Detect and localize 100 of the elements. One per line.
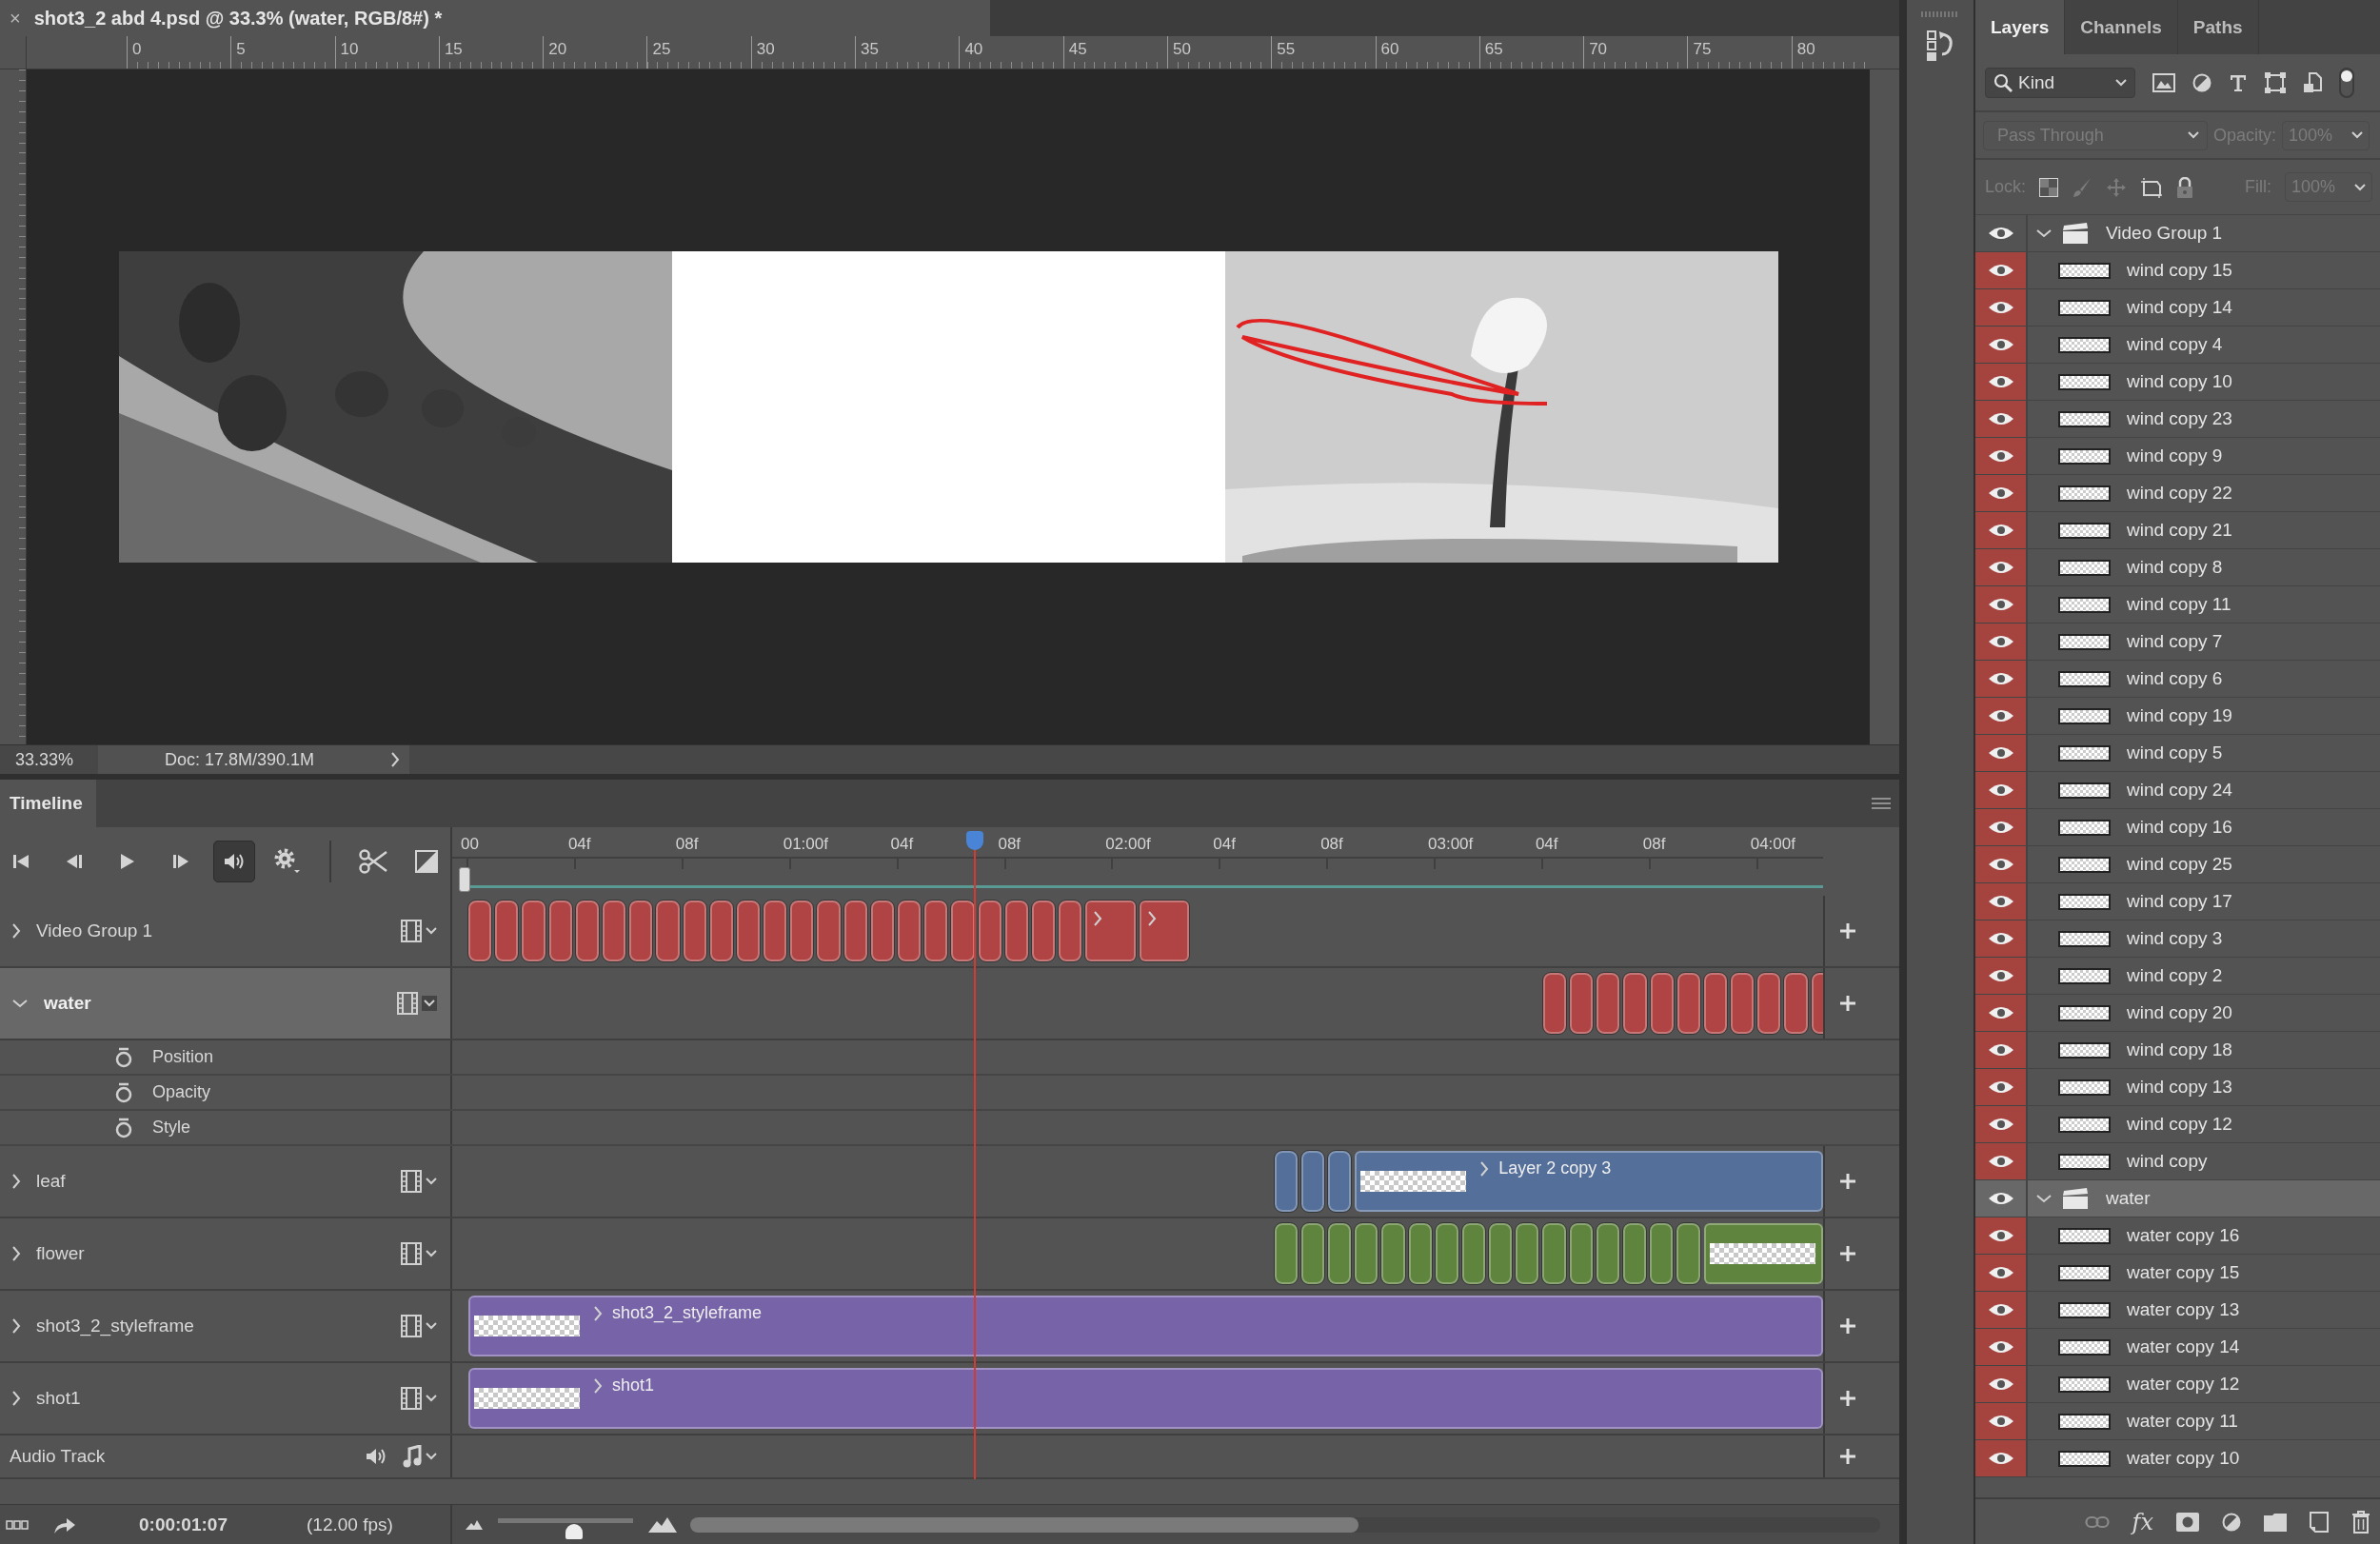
shape-icon[interactable] bbox=[2265, 71, 2286, 93]
layer-row[interactable]: wind copy 19 bbox=[1975, 698, 2380, 735]
layer-row[interactable]: wind copy 21 bbox=[1975, 512, 2380, 549]
layer-row[interactable]: wind copy 9 bbox=[1975, 438, 2380, 475]
visibility-icon[interactable] bbox=[1987, 1153, 2014, 1170]
chevron-right-icon[interactable] bbox=[1479, 1159, 1490, 1178]
filter-toggle[interactable] bbox=[2339, 67, 2354, 98]
visibility-icon[interactable] bbox=[1987, 856, 2014, 873]
frame-clip[interactable] bbox=[1300, 1223, 1324, 1284]
caret-icon[interactable] bbox=[2354, 183, 2366, 191]
visibility-icon[interactable] bbox=[1987, 893, 2014, 910]
frame-clip[interactable] bbox=[1355, 1223, 1378, 1284]
frame-clip[interactable] bbox=[817, 901, 841, 961]
track-header[interactable]: flower bbox=[0, 1218, 452, 1289]
layer-row[interactable]: Video Group 1 bbox=[1975, 215, 2380, 252]
add-media-button[interactable] bbox=[1838, 1244, 1857, 1263]
document-tab[interactable]: × shot3_2 abd 4.psd @ 33.3% (water, RGB/8#) * bbox=[0, 0, 990, 36]
visibility-icon[interactable] bbox=[1987, 967, 2014, 984]
chevron-right-icon[interactable] bbox=[593, 1304, 603, 1322]
add-media-button[interactable] bbox=[1838, 1389, 1857, 1408]
track-header[interactable]: leaf bbox=[0, 1146, 452, 1217]
visibility-icon[interactable] bbox=[1987, 1301, 2014, 1318]
visibility-icon[interactable] bbox=[1987, 410, 2014, 427]
layer-row[interactable]: wind copy 25 bbox=[1975, 846, 2380, 883]
frame-clip[interactable] bbox=[736, 901, 761, 961]
folder-icon[interactable] bbox=[2264, 1512, 2287, 1532]
frame-clip[interactable] bbox=[1623, 973, 1647, 1034]
frame-clip[interactable] bbox=[1327, 1151, 1352, 1212]
frame-clip[interactable] bbox=[764, 901, 787, 961]
frame-clip[interactable] bbox=[978, 901, 1002, 961]
lock-icon[interactable] bbox=[2176, 176, 2194, 198]
layer-row[interactable]: wind copy 22 bbox=[1975, 475, 2380, 512]
image-icon[interactable] bbox=[2152, 72, 2175, 92]
time-ruler[interactable]: 00 04f 08f 01:00f 04f 08f 02:00f 04f 08f 03:00f 04f 08f 04:00f bbox=[452, 827, 1823, 896]
layer-row[interactable]: wind copy 13 bbox=[1975, 1069, 2380, 1106]
panel-grip[interactable] bbox=[1921, 11, 1959, 17]
track-header[interactable]: water bbox=[0, 968, 452, 1039]
visibility-icon[interactable] bbox=[1987, 1338, 2014, 1356]
frame-clip[interactable] bbox=[468, 901, 492, 961]
video-clip[interactable]: shot3_2_styleframe bbox=[468, 1296, 1823, 1356]
group-clip[interactable] bbox=[1085, 901, 1136, 961]
frame-clip[interactable] bbox=[1703, 973, 1728, 1034]
artboard-icon[interactable] bbox=[2140, 176, 2164, 198]
type-icon[interactable] bbox=[2229, 72, 2248, 92]
frame-clip[interactable] bbox=[629, 901, 653, 961]
visibility-icon[interactable] bbox=[1987, 1116, 2014, 1133]
frame-clip[interactable] bbox=[548, 901, 572, 961]
visibility-icon[interactable] bbox=[1987, 262, 2014, 279]
trash-icon[interactable] bbox=[2351, 1510, 2370, 1534]
frame-clip[interactable] bbox=[1274, 1151, 1298, 1212]
frame-clip[interactable] bbox=[1542, 973, 1566, 1034]
track-header[interactable]: Video Group 1 bbox=[0, 896, 452, 966]
filter-dropdown[interactable]: Kind bbox=[1985, 67, 2135, 98]
visibility-icon[interactable] bbox=[1987, 522, 2014, 539]
speaker-icon[interactable] bbox=[365, 1447, 387, 1466]
video-clip[interactable] bbox=[1703, 1223, 1823, 1284]
add-media-button[interactable] bbox=[1838, 921, 1857, 940]
layer-row[interactable]: water copy 10 bbox=[1975, 1440, 2380, 1477]
layer-row[interactable]: water copy 13 bbox=[1975, 1292, 2380, 1329]
frame-clip[interactable] bbox=[1059, 901, 1082, 961]
layer-row[interactable]: wind copy 4 bbox=[1975, 327, 2380, 364]
layer-row[interactable]: wind copy 6 bbox=[1975, 661, 2380, 698]
visibility-icon[interactable] bbox=[1987, 559, 2014, 576]
layer-row[interactable]: wind copy 7 bbox=[1975, 624, 2380, 661]
track-menu[interactable] bbox=[395, 990, 439, 1017]
frame-clip[interactable] bbox=[602, 901, 626, 961]
add-media-button[interactable] bbox=[1838, 1447, 1857, 1466]
visibility-icon[interactable] bbox=[1987, 299, 2014, 316]
zoom-out-icon[interactable] bbox=[466, 1520, 483, 1530]
frame-clip[interactable] bbox=[575, 901, 599, 961]
visibility-icon[interactable] bbox=[1987, 1041, 2014, 1059]
frame-clip[interactable] bbox=[951, 901, 975, 961]
layer-row[interactable]: wind copy 14 bbox=[1975, 289, 2380, 327]
zoom-slider-thumb[interactable] bbox=[565, 1523, 583, 1539]
visibility-icon[interactable] bbox=[1987, 336, 2014, 353]
frames-icon[interactable] bbox=[6, 1519, 29, 1531]
frame-clip[interactable] bbox=[1489, 1223, 1513, 1284]
visibility-icon[interactable] bbox=[1987, 744, 2014, 762]
layer-row[interactable]: wind copy 10 bbox=[1975, 364, 2380, 401]
scrollbar[interactable] bbox=[690, 1517, 1880, 1533]
new-layer-icon[interactable] bbox=[2310, 1511, 2329, 1533]
frame-clip[interactable] bbox=[1757, 973, 1781, 1034]
layer-row[interactable]: water copy 12 bbox=[1975, 1366, 2380, 1403]
frame-clip[interactable] bbox=[1031, 901, 1056, 961]
visibility-icon[interactable] bbox=[1987, 670, 2014, 687]
video-clip[interactable]: Layer 2 copy 3 bbox=[1355, 1151, 1823, 1212]
visibility-icon[interactable] bbox=[1987, 1227, 2014, 1244]
track-menu[interactable] bbox=[399, 918, 439, 944]
track-menu[interactable] bbox=[399, 1240, 439, 1267]
frame-clip[interactable] bbox=[870, 901, 894, 961]
frame-clip[interactable] bbox=[1327, 1223, 1352, 1284]
frame-clip[interactable] bbox=[1597, 973, 1620, 1034]
group-clip[interactable] bbox=[1139, 901, 1190, 961]
caret-icon[interactable] bbox=[2351, 131, 2364, 139]
layer-row[interactable]: water bbox=[1975, 1180, 2380, 1217]
visibility-icon[interactable] bbox=[1987, 1376, 2014, 1393]
track-header[interactable]: shot1 bbox=[0, 1363, 452, 1434]
frame-clip[interactable] bbox=[709, 901, 733, 961]
stopwatch-icon[interactable] bbox=[114, 1081, 133, 1103]
visibility-icon[interactable] bbox=[1987, 633, 2014, 650]
